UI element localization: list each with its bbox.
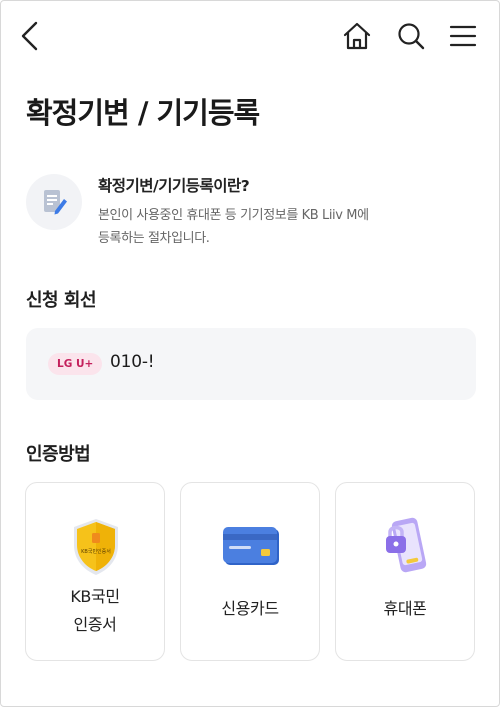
info-description-line: 등록하는 절차입니다. bbox=[98, 231, 210, 246]
info-icon-circle bbox=[26, 174, 82, 230]
top-navigation-bar bbox=[0, 0, 500, 72]
document-pencil-icon bbox=[44, 190, 67, 215]
info-section: 확정기변/기기등록이란? 본인이 사용중인 휴대폰 등 기기정보를 KB Lii… bbox=[26, 172, 476, 246]
info-description-line: 본인이 사용중인 휴대폰 등 기기정보를 KB Liiv M에 bbox=[98, 208, 369, 223]
auth-method-credit-card[interactable]: 신용카드 bbox=[180, 482, 320, 661]
subscribed-line-panel: LG U+ 010-! bbox=[26, 328, 476, 400]
shield-label: KB국민인증서 bbox=[81, 548, 111, 555]
search-button[interactable] bbox=[389, 14, 433, 58]
mobile-phone-lock-icon bbox=[366, 515, 446, 579]
auth-method-label: 휴대폰 bbox=[383, 599, 427, 618]
phone-number: 010-! bbox=[110, 352, 155, 372]
search-icon bbox=[398, 23, 425, 50]
auth-method-kb-certificate[interactable]: KB국민인증서 KB국민 인증서 bbox=[25, 482, 165, 661]
auth-method-label-line: KB국민 bbox=[70, 587, 120, 606]
line-section-title: 신청 회선 bbox=[26, 290, 97, 311]
carrier-badge: LG U+ bbox=[48, 353, 103, 375]
menu-button[interactable] bbox=[441, 14, 485, 58]
auth-method-label: KB국민 인증서 bbox=[26, 583, 164, 639]
credit-card-icon bbox=[211, 515, 291, 579]
auth-method-label-line: 인증서 bbox=[73, 615, 117, 634]
home-button[interactable] bbox=[335, 14, 379, 58]
chevron-left-icon bbox=[21, 21, 38, 51]
home-icon bbox=[343, 22, 371, 50]
page-title: 확정기변 / 기기등록 bbox=[26, 96, 260, 130]
auth-method-mobile-phone[interactable]: 휴대폰 bbox=[335, 482, 475, 661]
back-button[interactable] bbox=[8, 14, 52, 58]
info-title: 확정기변/기기등록이란? bbox=[98, 177, 250, 195]
hamburger-menu-icon bbox=[449, 25, 477, 47]
info-description: 본인이 사용중인 휴대폰 등 기기정보를 KB Liiv M에 등록하는 절차입… bbox=[98, 204, 458, 250]
auth-method-label: 신용카드 bbox=[221, 599, 279, 618]
kb-certificate-shield-icon: KB국민인증서 bbox=[56, 515, 136, 579]
auth-section-title: 인증방법 bbox=[26, 444, 91, 465]
